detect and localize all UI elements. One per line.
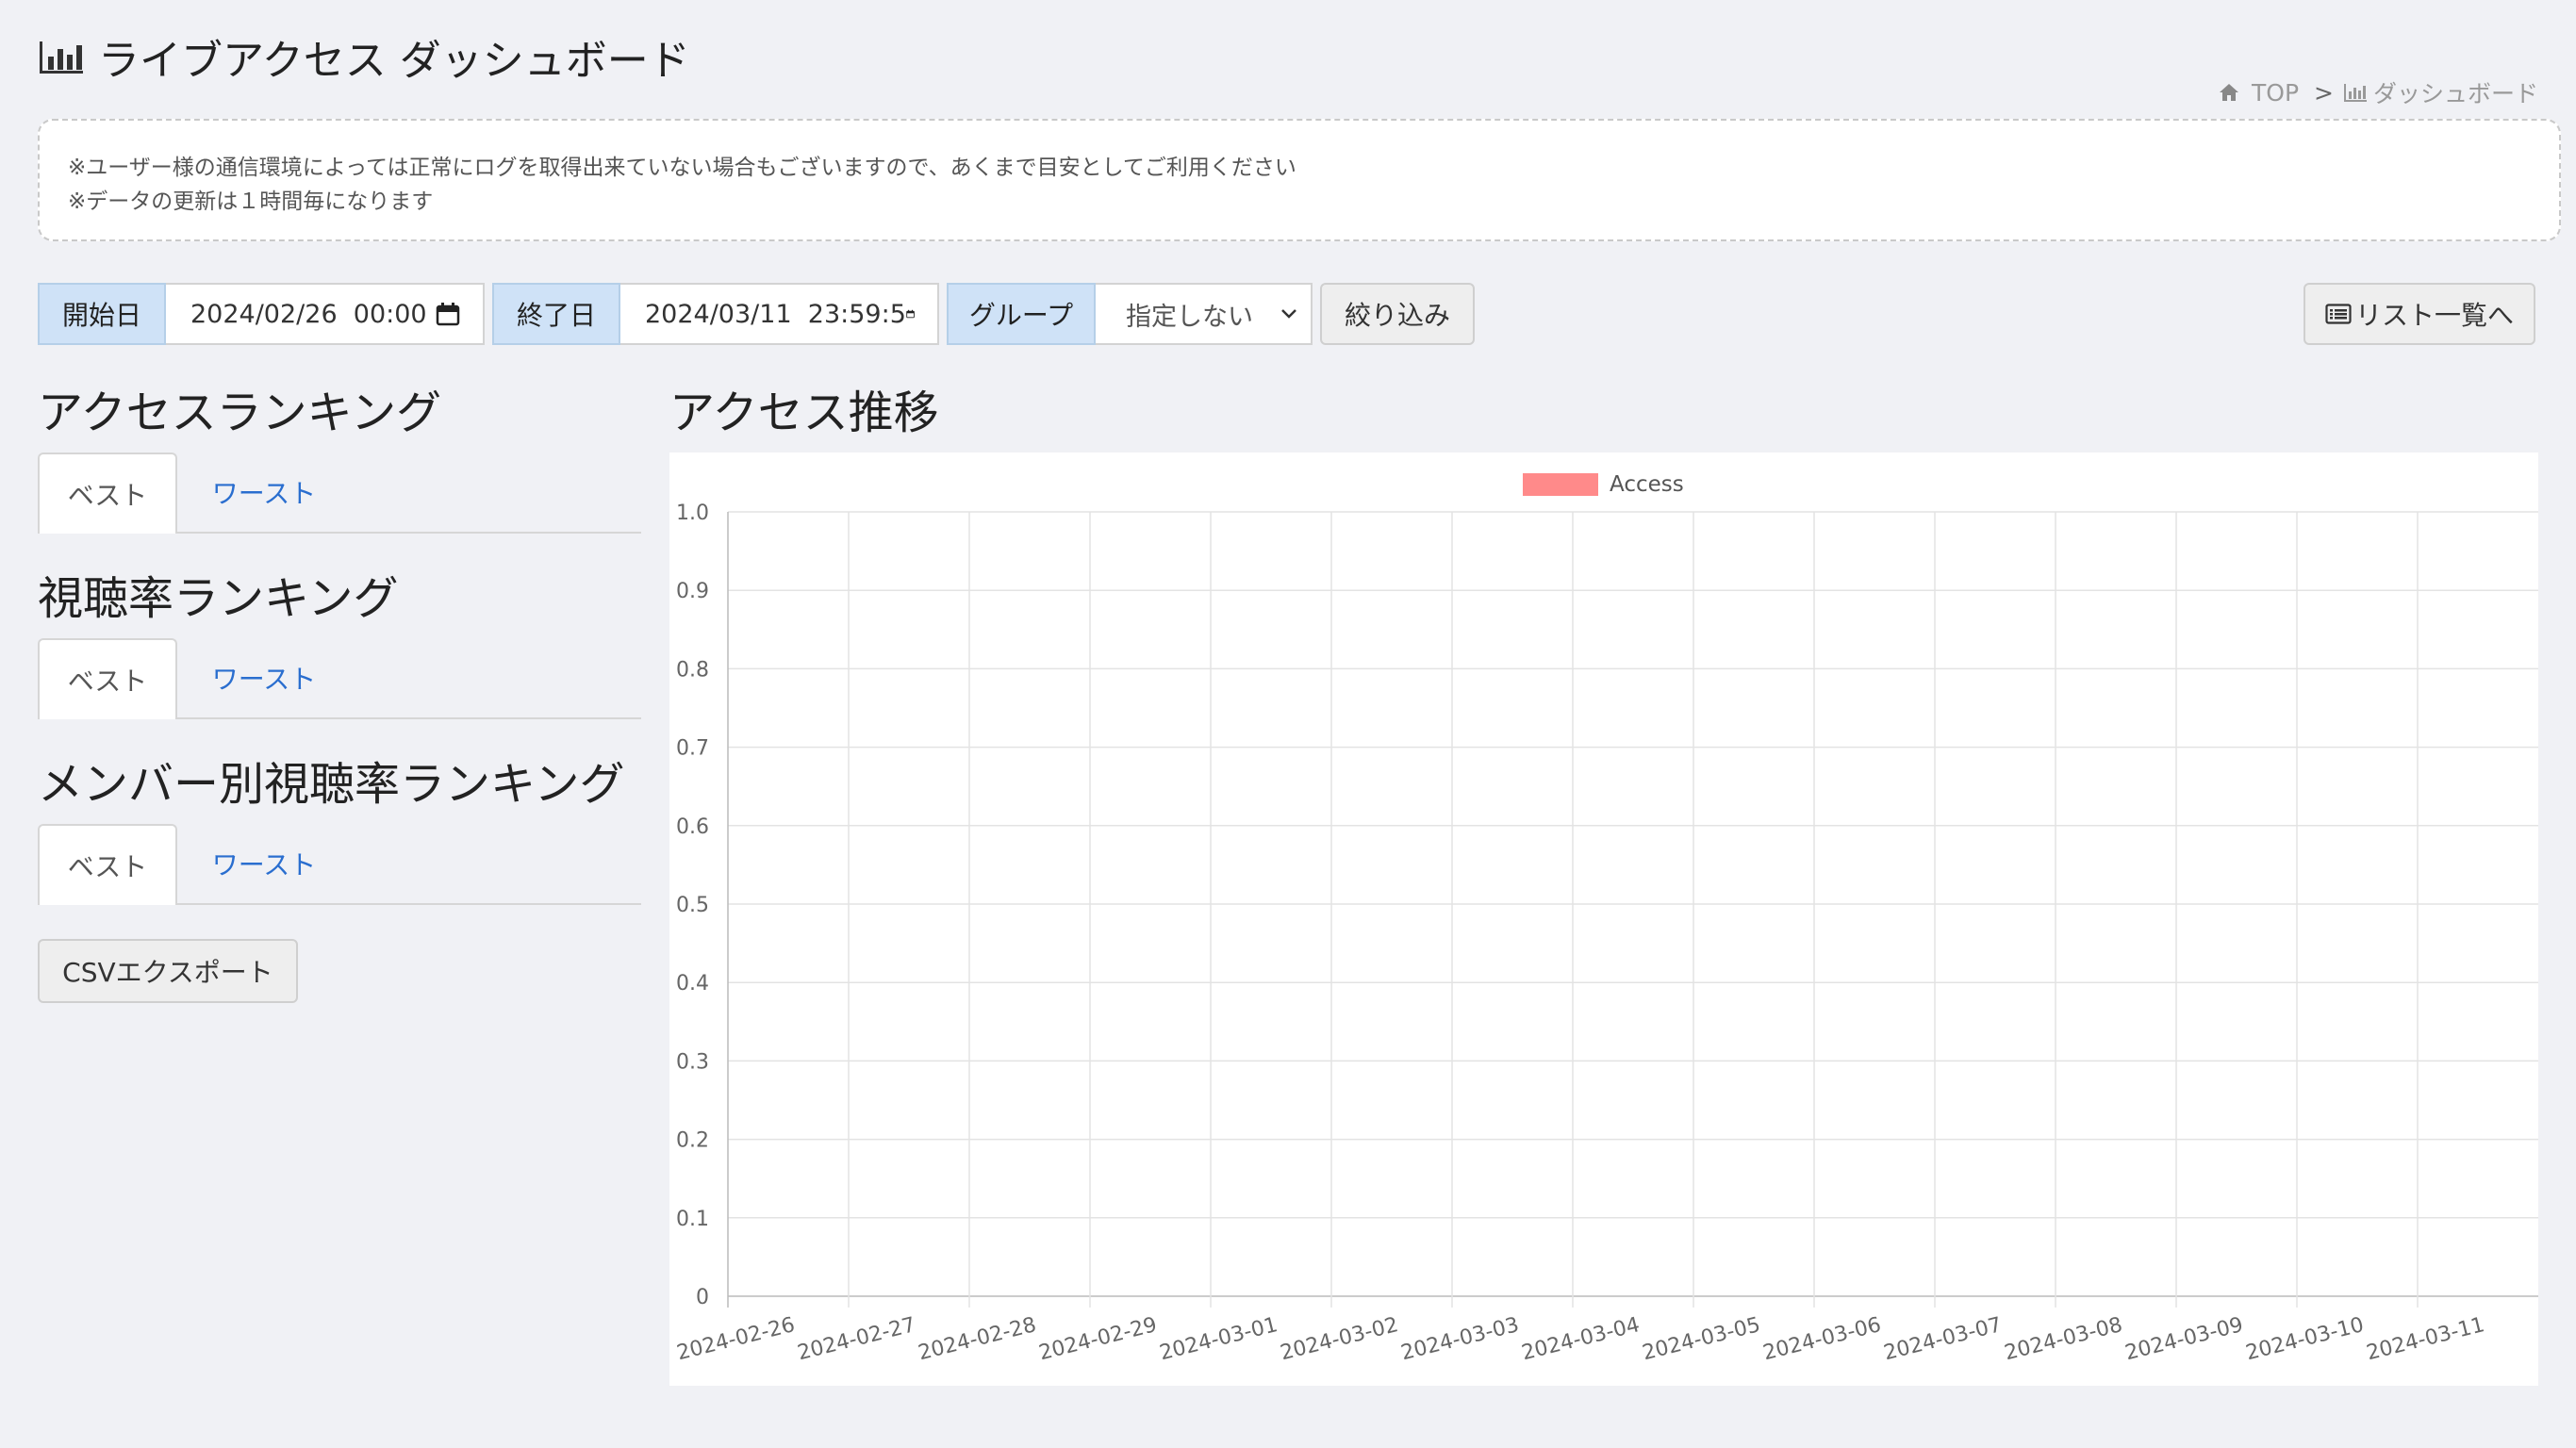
calendar-icon[interactable] [906,302,915,326]
group-select[interactable]: 指定しない [1096,283,1313,345]
csv-export-button[interactable]: CSVエクスポート [38,939,298,1003]
x-tick-label: 2024-03-03 [1398,1313,1521,1365]
viewing-rate-ranking-title: 視聴率ランキング [38,572,399,625]
access-chart: 0 0.1 0.2 0.3 0.4 0.5 0.6 0.7 0.8 0.9 1.0 2024-02-2… [669,452,2538,1386]
bar-chart-icon [2343,84,2367,102]
calendar-icon[interactable] [436,302,460,326]
tab-best[interactable]: ベスト [38,824,177,905]
y-tick-label: 0.3 [676,1050,709,1074]
y-tick-label: 0.8 [676,658,709,682]
tab-worst[interactable]: ワースト [198,452,330,532]
breadcrumb-current: ダッシュボード [2372,80,2538,107]
filter-button[interactable]: 絞り込み [1320,283,1475,345]
member-viewing-rate-ranking-title: メンバー別視聴率ランキング [38,758,625,811]
y-tick-label: 0.4 [676,972,709,996]
legend-label: Access [1610,472,1684,497]
y-tick-label: 0.2 [676,1129,709,1153]
x-tick-label: 2024-03-07 [1881,1313,2004,1365]
y-tick-label: 0.6 [676,815,709,839]
list-icon [2325,304,2352,324]
y-tick-label: 1.0 [676,502,709,525]
legend-swatch [1523,473,1598,496]
x-tick-label: 2024-03-08 [2002,1313,2124,1365]
tab-best[interactable]: ベスト [38,638,177,719]
x-tick-label: 2024-02-28 [916,1313,1038,1365]
tab-best[interactable]: ベスト [38,452,177,534]
x-tick-label: 2024-03-01 [1157,1313,1280,1365]
access-ranking-title: アクセスランキング [38,387,442,439]
home-icon [2220,84,2238,101]
start-date-value: 2024/02/26 00:00 [190,299,427,329]
access-ranking-tabs: ベスト ワースト [38,452,641,534]
start-date-group: 開始日 2024/02/26 00:00 [38,283,485,345]
page-title-text: ライブアクセス ダッシュボード [98,37,690,85]
y-tick-label: 0.1 [676,1208,709,1231]
x-tick-label: 2024-02-29 [1036,1313,1159,1365]
notice-line: ※ユーザー様の通信環境によっては正常にログを取得出来ていない場合もございますので… [68,156,1296,180]
y-tick-label: 0.7 [676,737,709,761]
notice-line: ※データの更新は１時間毎になります [68,189,434,214]
y-tick-label: 0.9 [676,580,709,603]
y-tick-label: 0.5 [676,894,709,917]
bar-chart-icon [40,41,83,74]
x-tick-label: 2024-03-04 [1519,1313,1642,1365]
access-chart-svg: 0 0.1 0.2 0.3 0.4 0.5 0.6 0.7 0.8 0.9 1.0 2024-02-2… [674,472,2538,1365]
chevron-down-icon [1281,309,1296,319]
page-title: ライブアクセス ダッシュボード [38,28,690,85]
group-selected-value: 指定しない [1126,302,1253,332]
list-button[interactable]: リスト一覧へ [2304,283,2535,345]
breadcrumb: TOP > ダッシュボード [2218,75,2538,109]
x-tick-label: 2024-03-06 [1760,1313,1883,1365]
x-tick-label: 2024-03-05 [1640,1313,1762,1365]
end-date-input[interactable]: 2024/03/11 23:59:5 [620,283,939,345]
tab-worst[interactable]: ワースト [198,824,330,903]
breadcrumb-home[interactable]: TOP [2252,79,2299,107]
end-date-value: 2024/03/11 23:59:5 [645,299,906,329]
x-tick-label: 2024-02-26 [674,1313,797,1365]
start-date-input[interactable]: 2024/02/26 00:00 [166,283,485,345]
end-date-label: 終了日 [492,283,620,345]
x-tick-label: 2024-03-10 [2243,1313,2366,1365]
list-button-label: リスト一覧へ [2354,300,2514,331]
viewing-rate-ranking-tabs: ベスト ワースト [38,638,641,719]
access-trend-title: アクセス推移 [669,387,939,439]
group-label: グループ [947,283,1096,345]
notice-box: ※ユーザー様の通信環境によっては正常にログを取得出来ていない場合もございますので… [38,119,2561,241]
y-tick-label: 0 [696,1286,709,1309]
x-tick-label: 2024-03-09 [2122,1313,2245,1365]
tab-worst[interactable]: ワースト [198,638,330,717]
x-tick-label: 2024-02-27 [795,1313,917,1365]
start-date-label: 開始日 [38,283,166,345]
member-viewing-rate-ranking-tabs: ベスト ワースト [38,824,641,905]
group-select-group: グループ 指定しない [947,283,1313,345]
end-date-group: 終了日 2024/03/11 23:59:5 [492,283,939,345]
x-tick-label: 2024-03-02 [1278,1313,1400,1365]
breadcrumb-separator: > [2314,78,2334,107]
x-tick-label: 2024-03-11 [2364,1313,2486,1365]
